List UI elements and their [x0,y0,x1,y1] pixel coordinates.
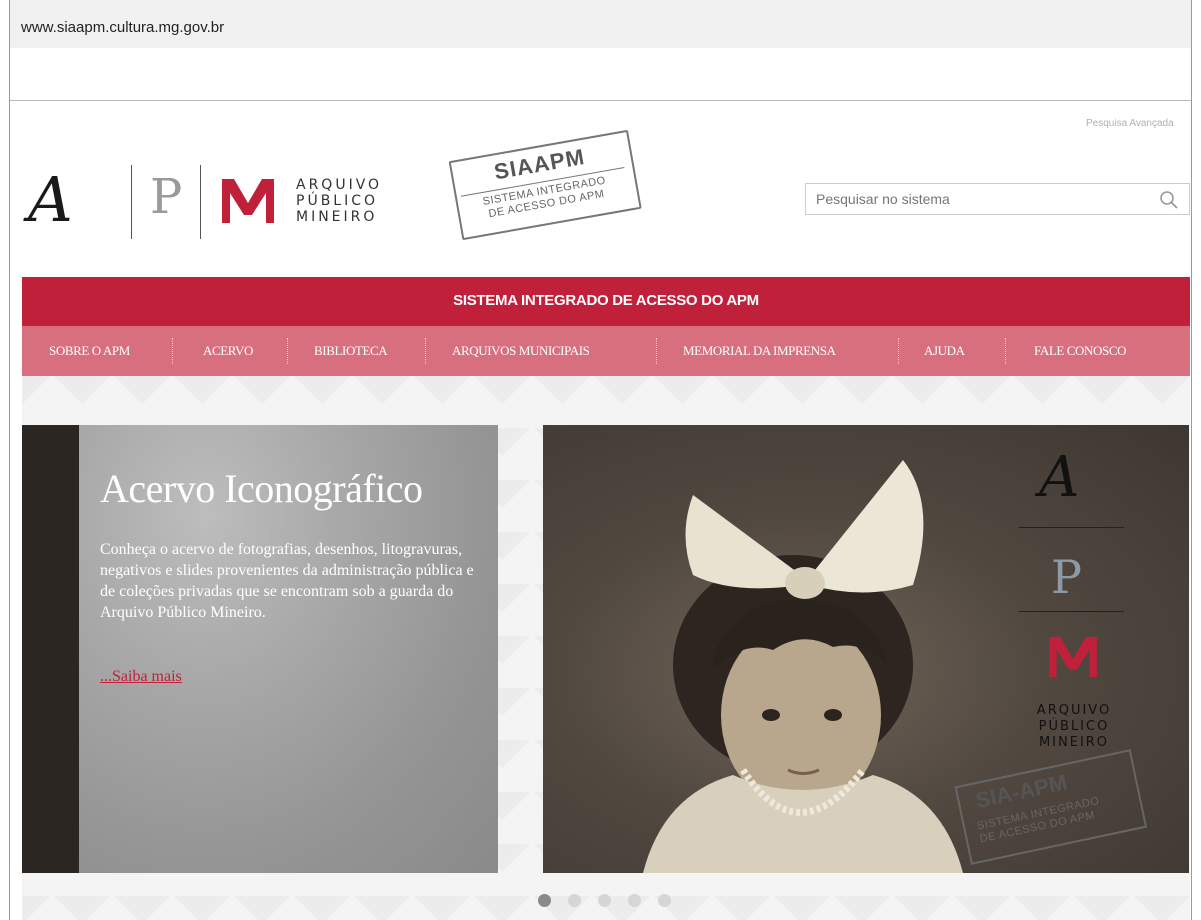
slide-title: Acervo Iconográfico [100,466,423,511]
logo-text-line: MINEIRO [296,209,378,225]
carousel-dot[interactable] [628,894,641,907]
photo-logo-m-icon [1049,636,1097,678]
logo-m-icon [222,179,274,223]
photo-apm-logo: A P ARQUIVO PÚBLICO MINEIRO [1019,445,1179,765]
nav-item-ajuda[interactable]: AJUDA [924,343,965,359]
nav-item-acervo[interactable]: ACERVO [203,343,253,359]
search-icon[interactable] [1159,190,1179,210]
main-nav: SOBRE O APM ACERVO BIBLIOTECA ARQUIVOS M… [22,326,1190,376]
carousel-dot[interactable] [568,894,581,907]
photo-logo-letter-p: P [1051,550,1082,604]
url-text[interactable]: www.siaapm.cultura.mg.gov.br [21,19,224,36]
slide-caption-panel: Acervo Iconográfico Conheça o acervo de … [22,425,498,873]
photo-logo-divider [1019,527,1124,528]
photo-logo-divider [1019,611,1124,612]
nav-item-arquivos-municipais[interactable]: ARQUIVOS MUNICIPAIS [452,343,590,359]
nav-separator [1005,338,1007,364]
slide-photo[interactable]: A P ARQUIVO PÚBLICO MINEIRO SIA-APM SIST… [543,425,1189,873]
nav-item-memorial[interactable]: MEMORIAL DA IMPRENSA [683,343,836,359]
search-box[interactable] [805,183,1190,215]
nav-item-sobre[interactable]: SOBRE O APM [49,343,130,359]
logo-text-line: PÚBLICO [296,193,379,209]
slide-edge [22,425,79,873]
nav-separator [898,338,900,364]
logo-text-line: ARQUIVO [296,177,383,193]
photo-logo-text-line: ARQUIVO [1036,703,1112,718]
logo-letter-p: P [150,169,183,225]
search-input[interactable] [816,191,1136,207]
logo-divider [131,165,132,239]
carousel-dot[interactable] [658,894,671,907]
site-header: A P ARQUIVO PÚBLICO MINEIRO SIAAPM SISTE… [10,101,1191,277]
nav-separator [656,338,658,364]
slide-description: Conheça o acervo de fotografias, desenho… [100,541,474,621]
siaapm-stamp: SIAAPM SISTEMA INTEGRADO DE ACESSO DO AP… [444,123,647,245]
nav-separator [172,338,174,364]
logo-letter-a: A [28,163,73,236]
saiba-mais-link[interactable]: ...Saiba mais [100,668,182,686]
logo-divider [200,165,201,239]
nav-separator [287,338,289,364]
nav-separator [425,338,427,364]
nav-item-fale-conosco[interactable]: FALE CONOSCO [1034,343,1127,359]
nav-item-biblioteca[interactable]: BIBLIOTECA [314,343,388,359]
carousel-dot[interactable] [598,894,611,907]
carousel-dot[interactable] [538,894,551,907]
photo-logo-text-line: MINEIRO [1038,735,1110,750]
logo-wordmark: ARQUIVO PÚBLICO MINEIRO [296,177,382,225]
system-banner: SISTEMA INTEGRADO DE ACESSO DO APM [22,277,1190,326]
photo-logo-letter-a: A [1039,445,1080,510]
address-bar[interactable]: www.siaapm.cultura.mg.gov.br [10,0,1191,48]
apm-logo[interactable]: A P ARQUIVO PÚBLICO MINEIRO [28,161,408,241]
advanced-search-link[interactable]: Pesquisa Avançada [1086,118,1174,129]
toolbar-area [10,48,1191,101]
photo-logo-text-line: PÚBLICO [1038,719,1110,734]
photo-logo-wordmark: ARQUIVO PÚBLICO MINEIRO [1019,703,1129,751]
system-banner-title: SISTEMA INTEGRADO DE ACESSO DO APM [453,292,759,309]
